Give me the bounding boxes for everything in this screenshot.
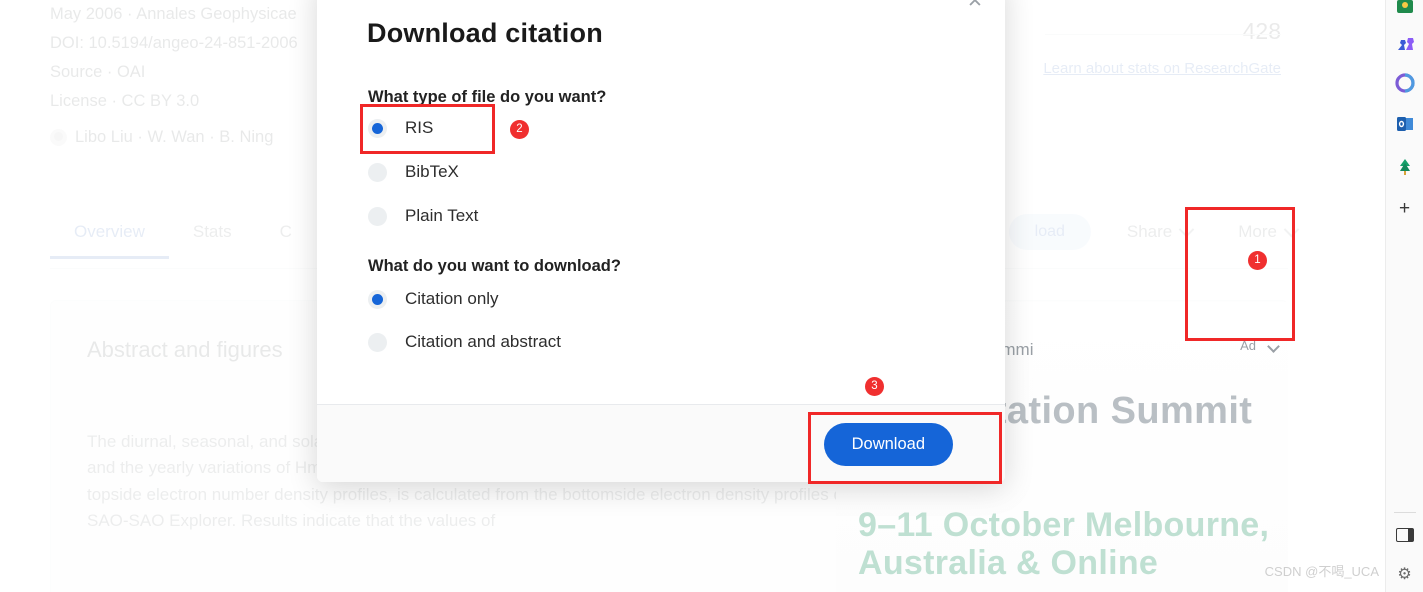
avatar: [50, 129, 67, 146]
stat-divider: [1045, 34, 1281, 35]
radio-label-citation-and-abstract: Citation and abstract: [405, 332, 561, 351]
tab-bar: Overview Stats C: [50, 212, 316, 259]
stat-count: 428: [1242, 18, 1281, 44]
radio-label-bibtex: BibTeX: [405, 162, 459, 181]
screen: May 2006 · Annales Geophysicae DOI: 10.5…: [0, 0, 1423, 592]
authors-label: Libo Liu · W. Wan · B. Ning: [75, 128, 274, 146]
microsoft-365-icon[interactable]: [1394, 72, 1416, 94]
sidebar-divider: [1394, 512, 1416, 513]
highlight-box-more-button: [1185, 207, 1295, 341]
step-badge-2: 2: [510, 120, 529, 139]
highlight-box-ris-option: [360, 104, 495, 154]
games-icon[interactable]: [1394, 0, 1416, 18]
radio-option-plain-text[interactable]: Plain Text: [368, 206, 478, 226]
browser-sidebar: + ⚙: [1385, 0, 1423, 592]
step-badge-1: 1: [1248, 251, 1267, 270]
tab-citations[interactable]: C: [256, 212, 316, 259]
chevron-down-icon[interactable]: [1267, 340, 1280, 353]
drop-tree-icon[interactable]: [1394, 156, 1416, 178]
add-icon[interactable]: +: [1394, 198, 1416, 220]
tab-stats[interactable]: Stats: [169, 212, 256, 259]
radio-option-bibtex[interactable]: BibTeX: [368, 162, 459, 182]
tab-overview[interactable]: Overview: [50, 212, 169, 259]
chess-icon[interactable]: [1394, 33, 1416, 55]
radio-icon[interactable]: [368, 332, 387, 352]
radio-label-citation-only: Citation only: [405, 289, 499, 308]
promo-dates: 9–11 October Melbourne, Australia & Onli…: [858, 506, 1270, 582]
card-title: Abstract and figures: [87, 337, 283, 362]
radio-icon[interactable]: [368, 162, 387, 182]
watermark: CSDN @不喝_UCA: [1264, 564, 1379, 579]
toggle-sidebar-icon[interactable]: [1394, 524, 1416, 546]
highlight-box-download-button: [808, 412, 1002, 484]
radio-option-citation-only[interactable]: Citation only: [368, 289, 499, 309]
page-download-button[interactable]: load: [1008, 214, 1091, 250]
dialog-title: Download citation: [367, 18, 603, 48]
outlook-icon[interactable]: [1394, 113, 1416, 135]
step-badge-3: 3: [865, 377, 884, 396]
authors-line: Libo Liu · W. Wan · B. Ning: [50, 128, 273, 147]
radio-icon[interactable]: [368, 206, 387, 226]
download-citation-dialog: ✕ Download citation What type of file do…: [317, 0, 1005, 482]
gear-icon[interactable]: ⚙: [1394, 563, 1416, 585]
learn-about-stats-link[interactable]: Learn about stats on ResearchGate: [1043, 60, 1281, 77]
radio-option-citation-and-abstract[interactable]: Citation and abstract: [368, 332, 561, 352]
radio-icon-selected[interactable]: [368, 289, 387, 309]
content-question: What do you want to download?: [368, 257, 621, 275]
close-icon[interactable]: ✕: [965, 0, 985, 12]
radio-label-plain-text: Plain Text: [405, 206, 479, 225]
share-label: Share: [1126, 222, 1173, 241]
